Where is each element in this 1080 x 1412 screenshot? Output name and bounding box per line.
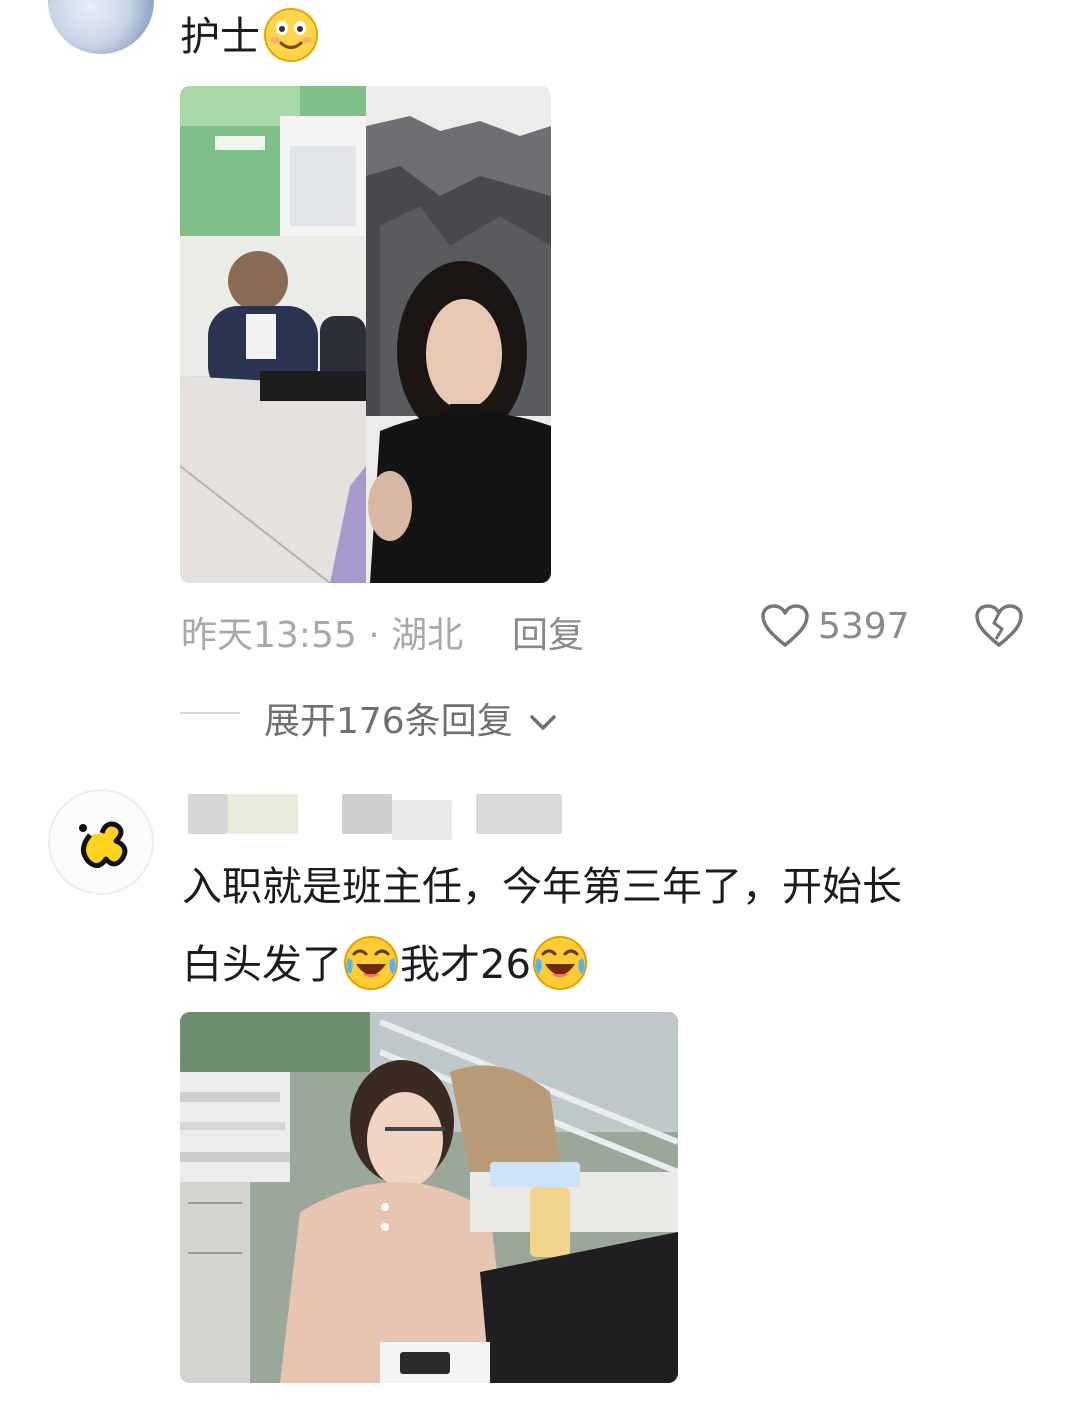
comment-text: 护士 xyxy=(180,6,320,68)
reply-button[interactable]: 回复 xyxy=(512,606,584,658)
user-avatar[interactable] xyxy=(48,0,154,54)
laugh-cry-emoji-icon xyxy=(532,936,587,990)
comment-line: 入职就是班主任，今年第三年了，开始长 xyxy=(182,864,902,910)
expand-divider xyxy=(180,712,240,714)
broken-heart-icon[interactable] xyxy=(974,603,1024,649)
chevron-down-icon xyxy=(530,715,556,730)
comment-time-location: 昨天13:55 · 湖北 xyxy=(181,615,464,656)
heart-icon[interactable] xyxy=(760,603,810,649)
like-count: 5397 xyxy=(818,606,910,647)
comment-text: 入职就是班主任，今年第三年了，开始长 白头发了 我才26 xyxy=(182,856,1032,996)
teacher-office-photo[interactable] xyxy=(180,1012,678,1383)
username-blur-block xyxy=(342,794,392,834)
smile-emoji-icon xyxy=(264,8,318,62)
bee-logo-icon xyxy=(79,821,128,868)
laugh-cry-emoji-icon xyxy=(344,936,398,990)
comment-line: 白头发了 我才26 xyxy=(182,934,1032,996)
user-avatar[interactable] xyxy=(48,789,154,895)
username-blur-block xyxy=(188,794,228,834)
username-blur-block xyxy=(476,794,562,834)
username-blur-block xyxy=(392,800,452,840)
expand-replies-button[interactable]: 展开176条回复 xyxy=(264,692,558,744)
nurse-before-after-photo[interactable] xyxy=(180,86,551,583)
username-blur-block xyxy=(228,794,298,834)
